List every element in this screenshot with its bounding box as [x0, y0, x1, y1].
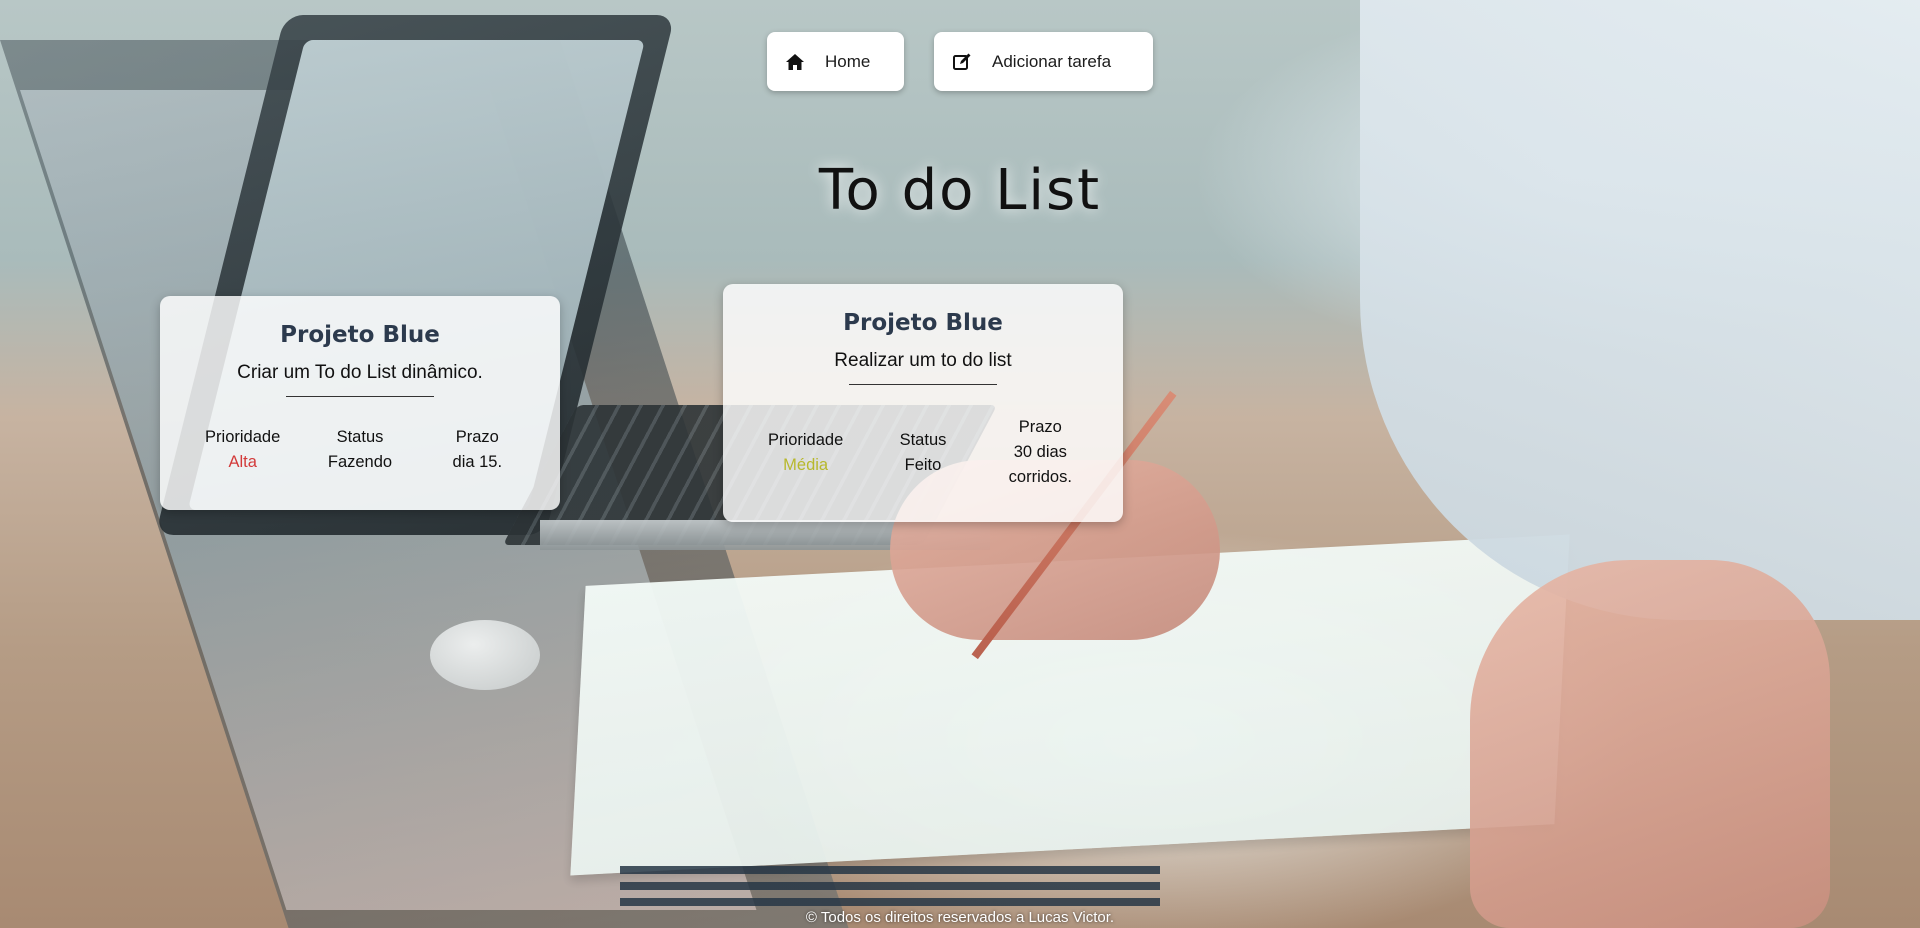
- task-project: Projeto Blue: [280, 322, 440, 348]
- task-description: Realizar um to do list: [834, 350, 1012, 371]
- background-hand-right: [1470, 560, 1830, 928]
- task-card: Projeto Blue Criar um To do List dinâmic…: [160, 296, 560, 510]
- footer-copyright: © Todos os direitos reservados a Lucas V…: [805, 909, 1115, 926]
- task-status-label: Status: [899, 430, 947, 449]
- add-task-button-label: Adicionar tarefa: [992, 51, 1112, 71]
- task-priority: Prioridade Alta: [188, 425, 298, 475]
- task-priority: Prioridade Média: [751, 428, 861, 478]
- task-priority-value: Média: [783, 455, 829, 474]
- task-status: Status Feito: [868, 428, 978, 478]
- task-divider: [286, 396, 434, 397]
- background-shirt: [1360, 0, 1920, 620]
- task-status-label: Status: [336, 428, 384, 446]
- task-deadline: Prazo dia 15.: [422, 425, 532, 475]
- task-status-value: Fazendo: [327, 453, 393, 471]
- task-description: Criar um To do List dinâmico.: [237, 362, 483, 383]
- background-pens: [620, 866, 1160, 906]
- home-icon: [785, 52, 805, 72]
- task-deadline-label: Prazo: [455, 428, 499, 446]
- task-deadline-value: 30 dias corridos.: [1008, 443, 1072, 486]
- task-status: Status Fazendo: [305, 425, 415, 475]
- add-task-button[interactable]: Adicionar tarefa: [934, 32, 1153, 91]
- page-title: To do List: [818, 158, 1102, 223]
- task-priority-value: Alta: [228, 453, 257, 471]
- task-project: Projeto Blue: [843, 310, 1003, 336]
- background-mouse: [430, 620, 540, 690]
- edit-icon: [952, 52, 972, 72]
- home-button-label: Home: [825, 51, 871, 71]
- task-deadline-label: Prazo: [1018, 418, 1062, 436]
- task-deadline-value: dia 15.: [452, 453, 503, 471]
- task-meta: Prioridade Alta Status Fazendo Prazo dia…: [160, 425, 560, 475]
- task-priority-label: Prioridade: [205, 428, 281, 446]
- task-meta: Prioridade Média Status Feito Prazo 30 d…: [723, 415, 1123, 490]
- task-deadline: Prazo 30 dias corridos.: [985, 415, 1095, 490]
- task-card: Projeto Blue Realizar um to do list Prio…: [723, 284, 1123, 522]
- home-button[interactable]: Home: [767, 32, 904, 91]
- top-nav: Home Adicionar tarefa: [0, 32, 1920, 91]
- task-status-value: Feito: [904, 455, 942, 474]
- task-divider: [849, 384, 997, 385]
- task-priority-label: Prioridade: [768, 430, 844, 449]
